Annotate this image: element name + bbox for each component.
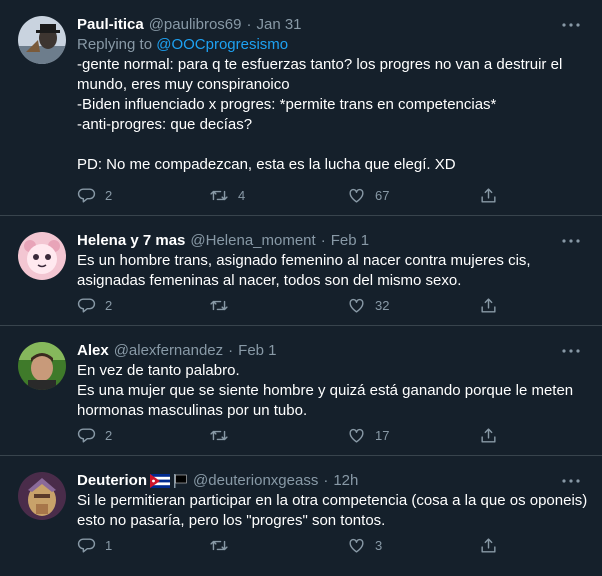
like-count: 3 xyxy=(375,538,383,553)
like-icon xyxy=(349,298,364,313)
reply-button[interactable]: 2 xyxy=(77,426,209,445)
reply-count: 2 xyxy=(105,188,113,203)
reply-icon xyxy=(77,188,96,203)
like-icon xyxy=(349,188,364,203)
like-icon xyxy=(349,538,364,553)
like-button[interactable]: 32 xyxy=(347,296,479,315)
tweet-date[interactable]: Jan 31 xyxy=(256,15,301,35)
separator-dot: · xyxy=(320,232,326,249)
like-count: 32 xyxy=(375,298,390,313)
like-count: 17 xyxy=(375,428,390,443)
retweet-icon xyxy=(210,300,228,311)
tweet-1[interactable]: Paul-itica @paulibros69 · Jan 31 Replyin… xyxy=(0,0,602,216)
replying-prefix: Replying to xyxy=(77,36,157,53)
author-name[interactable]: Paul-itica xyxy=(77,15,144,35)
retweet-icon xyxy=(210,540,228,551)
author-name[interactable]: Deuterion xyxy=(77,471,147,491)
retweet-button[interactable]: 4 xyxy=(209,186,347,205)
tweet-text: Es un hombre trans, asignado femenino al… xyxy=(77,252,535,289)
retweet-button[interactable] xyxy=(209,426,347,445)
tweet-date[interactable]: Feb 1 xyxy=(331,231,369,251)
tweet-2[interactable]: Helena y 7 mas @Helena_moment · Feb 1 Es… xyxy=(0,216,602,326)
reply-icon xyxy=(77,428,96,443)
replying-to: Replying to @OOCprogresismo xyxy=(77,35,588,55)
tweet-text: Si le permitieran participar en la otra … xyxy=(77,492,592,529)
reply-count: 2 xyxy=(105,428,113,443)
like-button[interactable]: 67 xyxy=(347,186,479,205)
tweet-3[interactable]: Alex @alexfernandez · Feb 1 En vez de ta… xyxy=(0,326,602,456)
share-icon xyxy=(481,188,496,203)
author-name[interactable]: Helena y 7 mas xyxy=(77,231,185,251)
reply-button[interactable]: 2 xyxy=(77,296,209,315)
share-button[interactable] xyxy=(479,426,498,445)
avatar[interactable] xyxy=(18,16,66,64)
avatar[interactable] xyxy=(18,342,66,390)
retweet-button[interactable] xyxy=(209,296,347,315)
author-handle[interactable]: @alexfernandez xyxy=(114,341,223,361)
tweet-date[interactable]: Feb 1 xyxy=(238,341,276,361)
author-handle[interactable]: @deuterionxgeass xyxy=(193,471,318,491)
share-button[interactable] xyxy=(479,186,498,205)
like-button[interactable]: 17 xyxy=(347,426,479,445)
more-icon[interactable] xyxy=(560,230,582,252)
author-handle[interactable]: @paulibros69 xyxy=(149,15,242,35)
like-icon xyxy=(349,428,364,443)
separator-dot: · xyxy=(246,16,252,33)
retweet-count: 4 xyxy=(238,188,246,203)
reply-icon xyxy=(77,538,96,553)
tweet-4[interactable]: Deuterion @deuterionxgeass · 12h Si le p… xyxy=(0,456,602,576)
avatar[interactable] xyxy=(18,472,66,520)
author-name[interactable]: Alex xyxy=(77,341,109,361)
author-handle[interactable]: @Helena_moment xyxy=(190,231,315,251)
retweet-icon xyxy=(210,190,228,201)
more-icon[interactable] xyxy=(560,14,582,36)
share-button[interactable] xyxy=(479,296,498,315)
separator-dot: · xyxy=(228,342,234,359)
share-icon xyxy=(481,428,496,443)
reply-count: 2 xyxy=(105,298,113,313)
reply-button[interactable]: 2 xyxy=(77,186,209,205)
name-flags xyxy=(150,473,188,489)
like-count: 67 xyxy=(375,188,390,203)
share-button[interactable] xyxy=(479,536,498,555)
avatar[interactable] xyxy=(18,232,66,280)
tweet-text: En vez de tanto palabro. Es una mujer qu… xyxy=(77,362,574,419)
retweet-button[interactable] xyxy=(209,536,347,555)
reply-count: 1 xyxy=(105,538,113,553)
like-button[interactable]: 3 xyxy=(347,536,479,555)
black-flag-icon xyxy=(174,474,187,488)
tweet-date[interactable]: 12h xyxy=(333,471,358,491)
cuba-flag-icon xyxy=(150,474,171,488)
replying-to-link[interactable]: @OOCprogresismo xyxy=(156,36,288,53)
retweet-icon xyxy=(210,430,228,441)
share-icon xyxy=(481,298,496,313)
more-icon[interactable] xyxy=(560,470,582,492)
more-icon[interactable] xyxy=(560,340,582,362)
tweet-text: -gente normal: para q te esfuerzas tanto… xyxy=(77,56,563,173)
reply-button[interactable]: 1 xyxy=(77,536,209,555)
separator-dot: · xyxy=(323,472,329,489)
reply-icon xyxy=(77,298,96,313)
share-icon xyxy=(481,538,496,553)
